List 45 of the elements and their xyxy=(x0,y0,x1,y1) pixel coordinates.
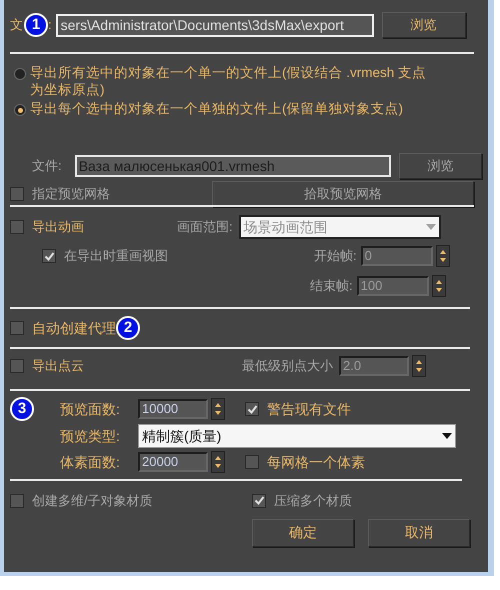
spinner-arrows-icon[interactable] xyxy=(436,245,450,267)
voxel-faces-field[interactable]: 20000 xyxy=(138,452,208,472)
radio-button[interactable] xyxy=(14,68,26,80)
checkbox[interactable] xyxy=(245,402,259,416)
button[interactable]: 浏览 xyxy=(382,12,466,38)
spinner-arrows-icon[interactable] xyxy=(211,398,225,420)
spinner-arrows-icon[interactable] xyxy=(211,451,225,473)
checkbox-label: 在导出时重画视图 xyxy=(64,247,169,266)
point-size-field[interactable]: 2.0 xyxy=(339,356,409,376)
label: 画面范围: xyxy=(177,218,233,236)
checkbox[interactable] xyxy=(10,321,24,335)
checkbox-label: 导出动画 xyxy=(32,218,85,236)
dropdown[interactable]: 精制簇(质量) xyxy=(138,424,456,448)
radio-label: 导出每个选中的对象在一个单独的文件上(保留单独对象支点) xyxy=(30,100,404,117)
number-badge: 3 xyxy=(10,397,34,421)
label: 开始帧: xyxy=(314,247,357,266)
file-label: 文 xyxy=(10,16,23,34)
label: 最低级别点大小 xyxy=(242,357,333,376)
radio-button[interactable] xyxy=(14,104,26,116)
label: 体素面数: xyxy=(60,452,121,472)
number-badge: 2 xyxy=(116,316,140,340)
spinner-arrows-icon[interactable] xyxy=(432,275,446,297)
checkbox[interactable] xyxy=(245,455,259,469)
preview-faces-field[interactable]: 10000 xyxy=(138,399,208,419)
label: 预览面数: xyxy=(60,400,121,418)
button[interactable]: 确定 xyxy=(252,518,354,546)
radio-label: 导出所有选中的对象在一个单一的文件上(假设结合 .vrmesh 支点为坐标原点) xyxy=(30,64,428,98)
checkbox-label: 警告现有文件 xyxy=(267,400,351,418)
checkbox[interactable] xyxy=(10,359,24,373)
checkbox-label: 创建多维/子对象材质 xyxy=(32,492,154,510)
path-field[interactable]: sers\Administrator\Documents\3dsMax\export xyxy=(56,14,374,36)
caret-icon xyxy=(426,224,436,230)
label: 结束帧: xyxy=(310,277,353,296)
number-badge: 1 xyxy=(24,13,48,37)
file-label: 文件: xyxy=(32,157,63,176)
checkbox-label: 导出点云 xyxy=(32,357,85,376)
checkbox-label: 每网格一个体素 xyxy=(267,452,365,472)
checkbox-label: 自动创建代理 xyxy=(32,318,116,338)
spinner-arrows-icon[interactable] xyxy=(412,355,426,377)
caret-icon xyxy=(442,433,452,439)
label-colon: : xyxy=(48,16,52,34)
checkbox-label: 指定预览网格 xyxy=(32,185,111,204)
checkbox-label: 压缩多个材质 xyxy=(274,492,352,510)
label: 预览类型: xyxy=(60,426,121,446)
button[interactable]: 取消 xyxy=(368,518,470,546)
